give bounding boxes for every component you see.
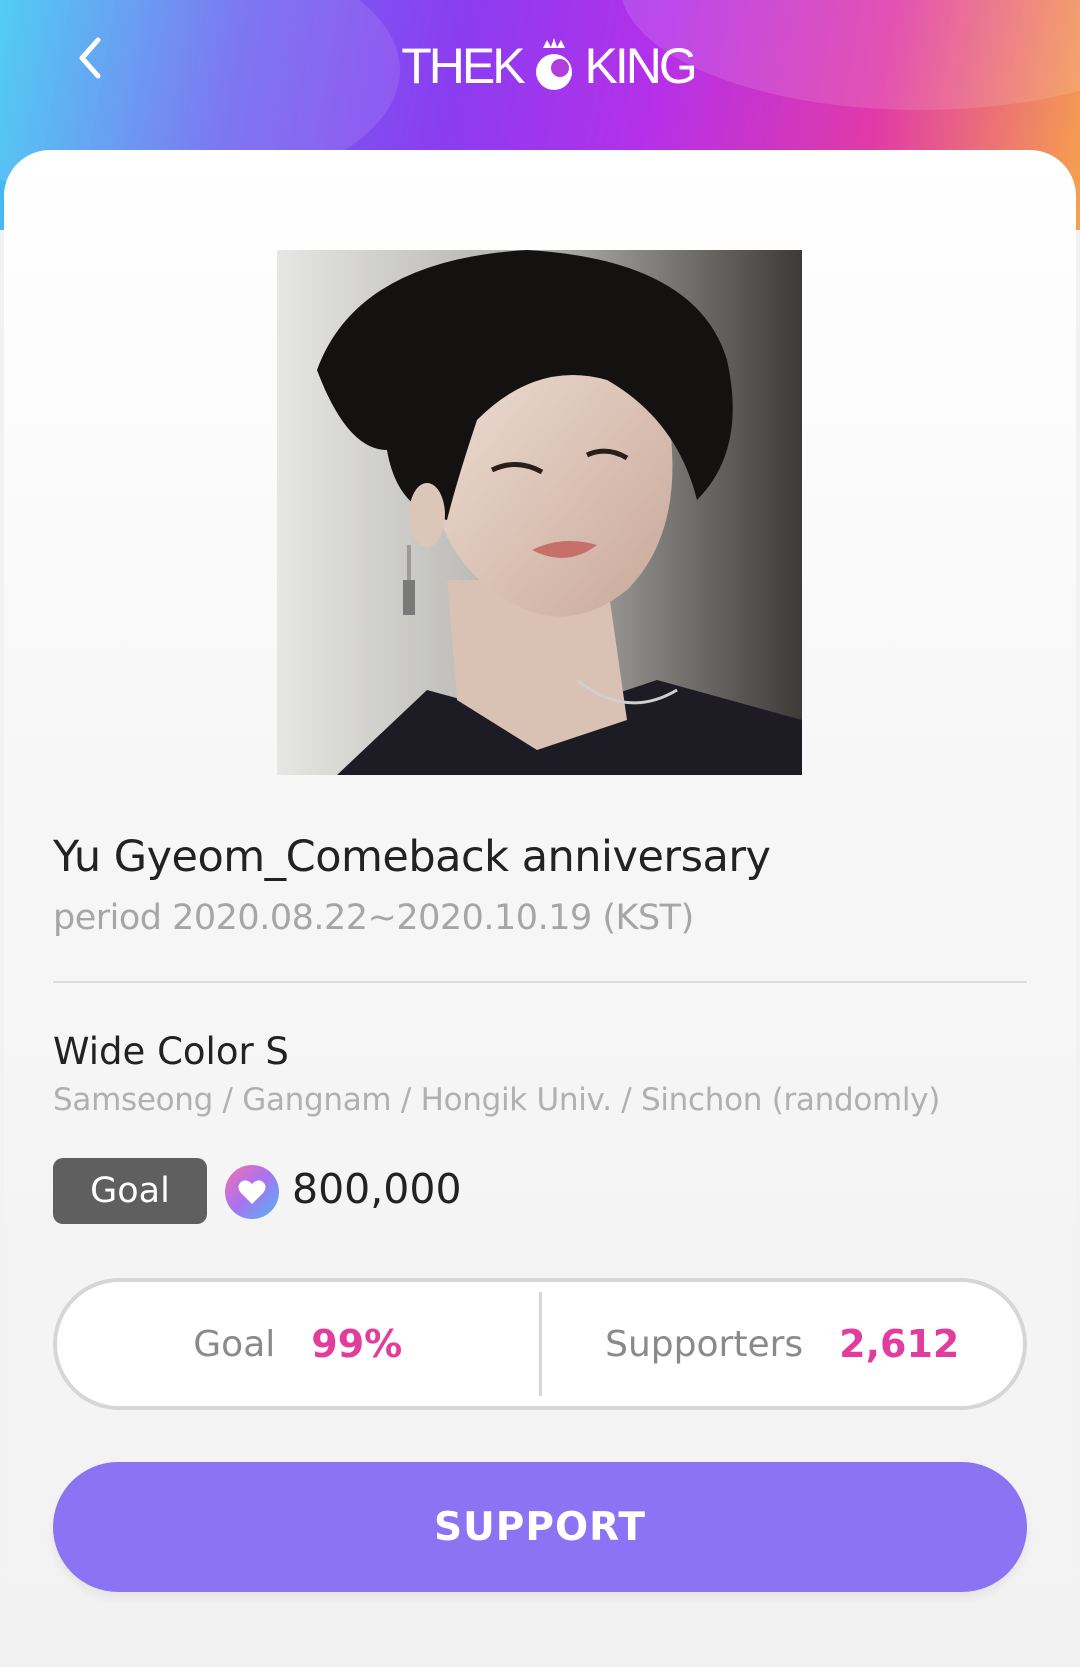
goal-stat-value: 99% [311,1322,403,1366]
chevron-left-icon [79,37,101,79]
supporters-stat-value: 2,612 [839,1322,960,1366]
crown-emblem-icon [535,38,572,90]
app-logo: THEK KING [398,30,698,102]
goal-amount: 800,000 [292,1165,462,1213]
support-button[interactable]: SUPPORT [53,1462,1027,1592]
logo-text-right: KING [584,38,698,94]
product-locations: Samseong / Gangnam / Hongik Univ. / Sinc… [53,1082,941,1118]
supporters-stat-label: Supporters [605,1323,804,1365]
supporters-stat: Supporters 2,612 [542,1282,1024,1406]
section-divider [53,981,1027,983]
heart-icon [225,1165,279,1219]
goal-stat: Goal 99% [57,1282,539,1406]
project-period: period 2020.08.22~2020.10.19 (KST) [53,898,694,938]
app-screen: THEK KING Yu Gyeom_Comeback anniversary … [0,0,1080,1667]
goal-stat-label: Goal [193,1323,276,1365]
artist-photo [277,250,802,775]
back-button[interactable] [62,28,122,88]
stats-panel: Goal 99% Supporters 2,612 [53,1278,1027,1410]
project-title: Yu Gyeom_Comeback anniversary [53,832,771,882]
product-name: Wide Color S [53,1030,289,1073]
logo-text-left: THEK [401,38,525,94]
goal-badge: Goal [53,1158,207,1224]
